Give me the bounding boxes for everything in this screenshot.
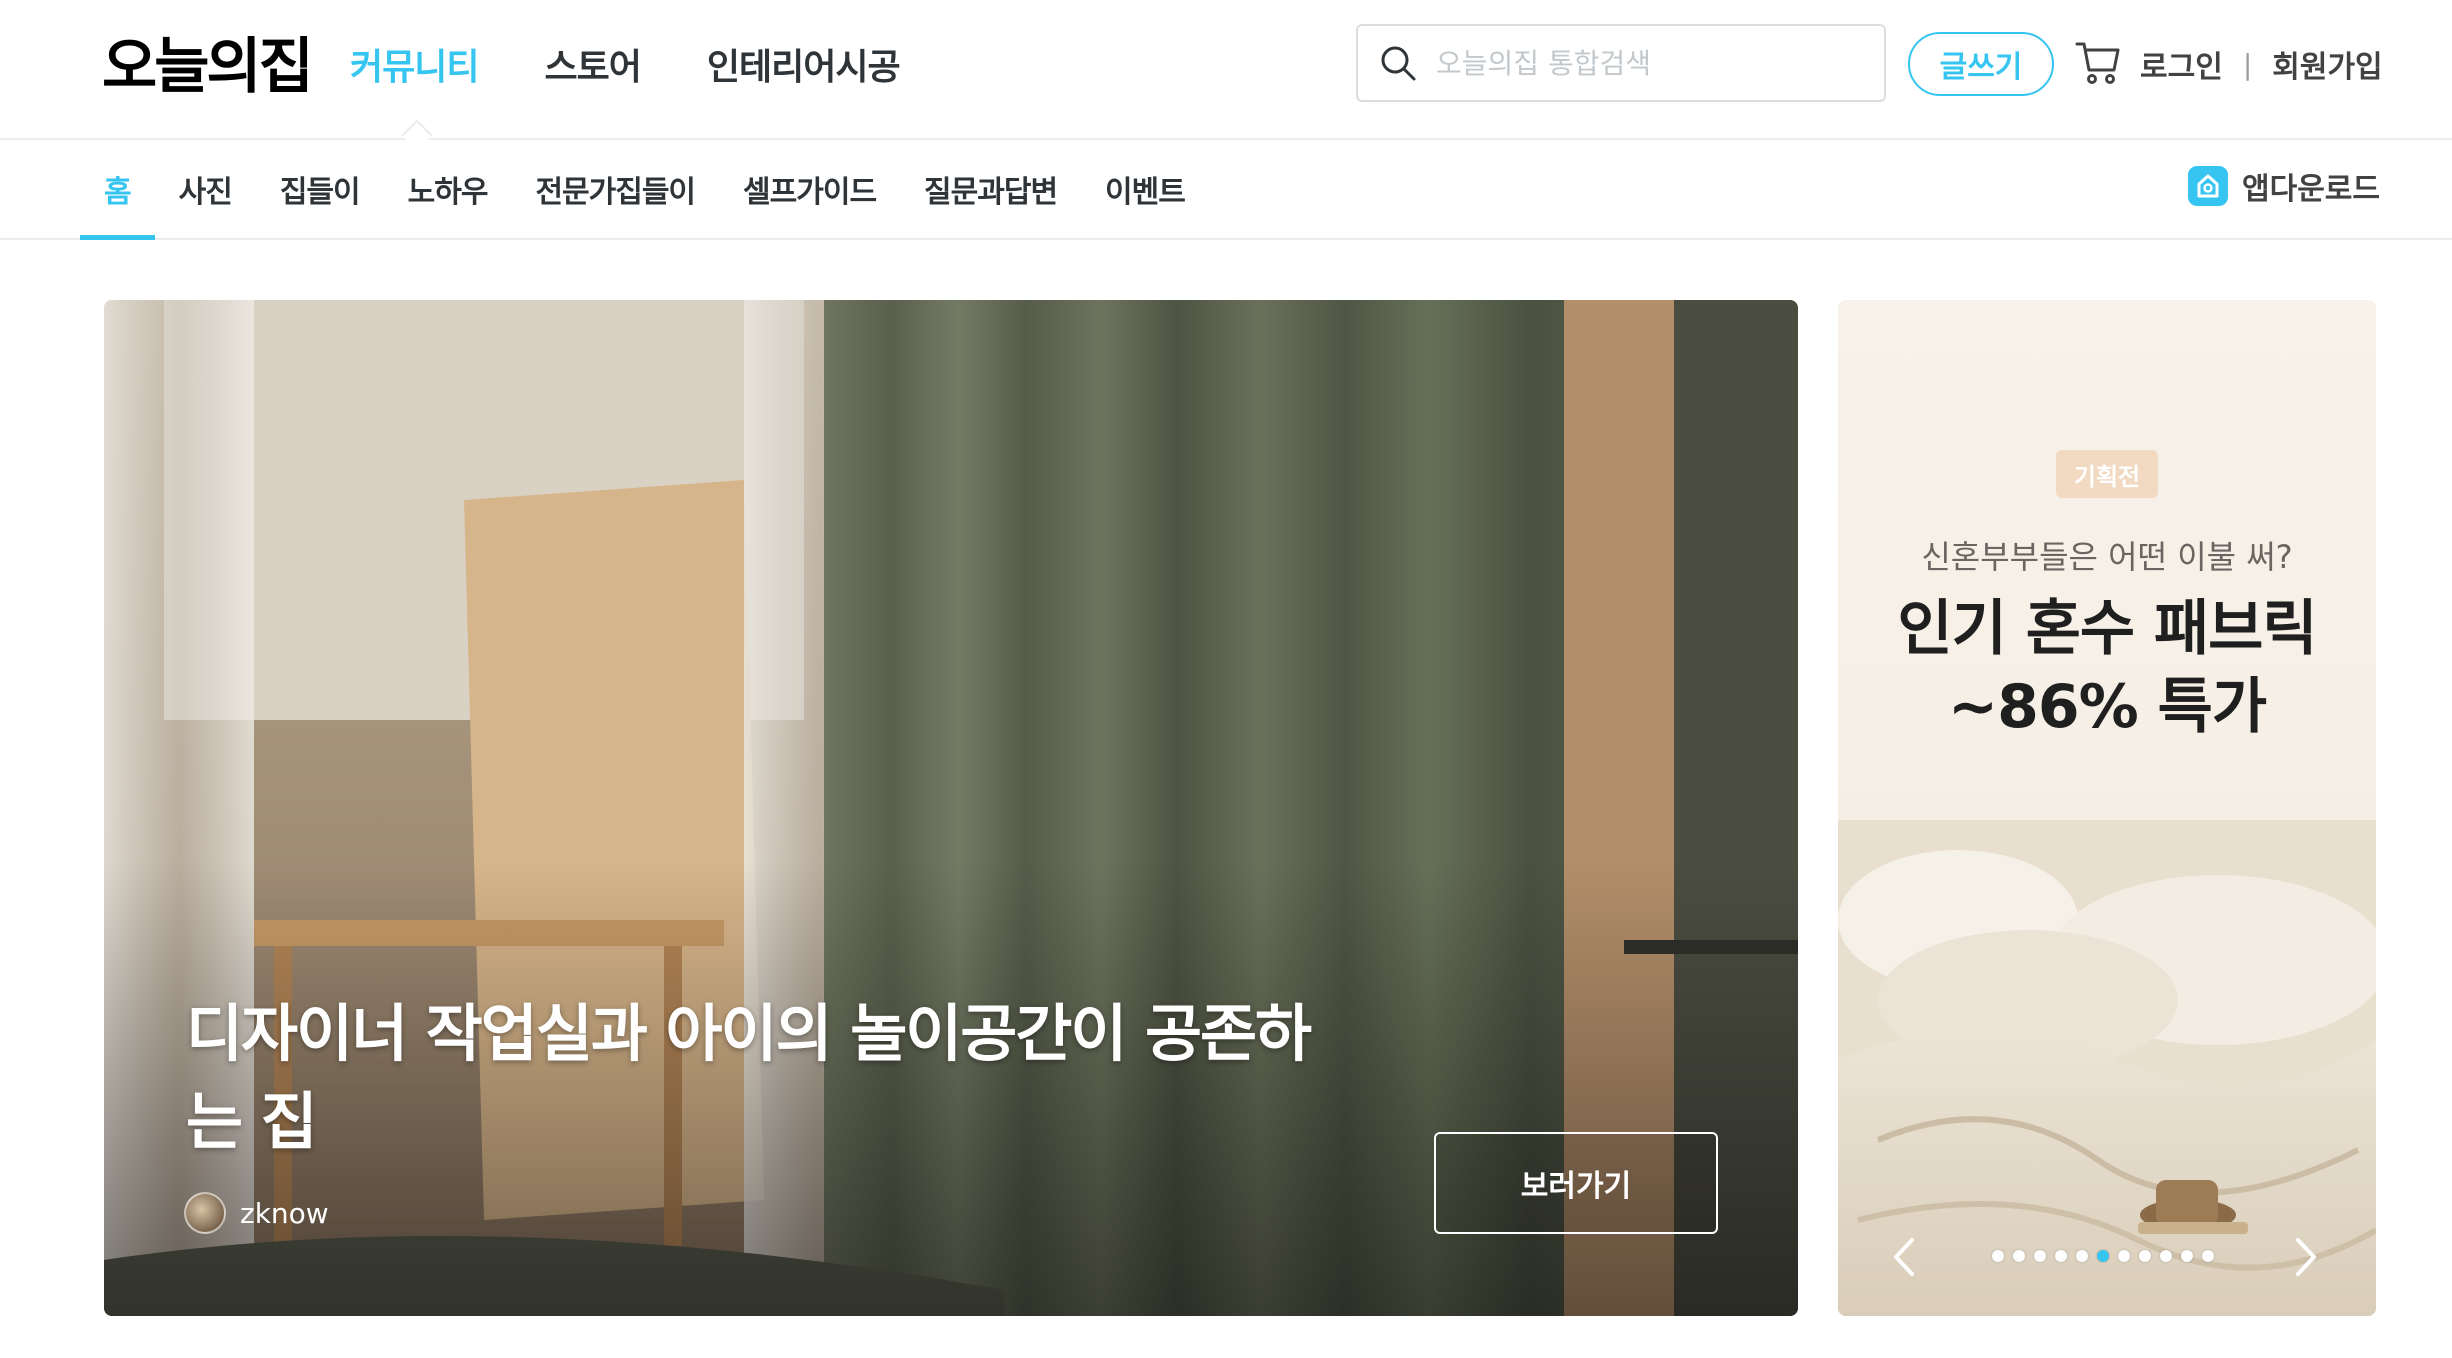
chevron-right-icon	[2296, 1238, 2316, 1276]
banner-prev-button[interactable]	[1890, 1236, 1920, 1282]
search-icon	[1381, 46, 1416, 81]
subnav-item-photos[interactable]: 사진	[155, 140, 256, 238]
banner-next-button[interactable]	[2290, 1236, 2320, 1282]
gnb-store[interactable]: 스토어	[544, 38, 641, 90]
hero-card[interactable]: 디자이너 작업실과 아이의 놀이공간이 공존하는 집 zknow 보러가기	[104, 300, 1798, 1316]
gnb-interior[interactable]: 인테리어시공	[707, 38, 901, 90]
cart-icon	[2075, 42, 2120, 84]
carousel-dot[interactable]	[2160, 1250, 2172, 1262]
banner-title: 인기 혼수 패브릭 ~86% 특가	[1838, 590, 2376, 746]
hero-author[interactable]: zknow	[184, 1192, 329, 1234]
subnav-item-knowhow[interactable]: 노하우	[384, 140, 512, 238]
sub-nav-list: 홈 사진 집들이 노하우 전문가집들이 셀프가이드 질문과답변 이벤트	[80, 140, 1209, 240]
sub-nav: 홈 사진 집들이 노하우 전문가집들이 셀프가이드 질문과답변 이벤트 앱다운로…	[0, 140, 2452, 240]
carousel-dot[interactable]	[2076, 1250, 2088, 1262]
global-nav: 커뮤니티 스토어 인테리어시공	[350, 38, 901, 90]
carousel-dot[interactable]	[2202, 1250, 2214, 1262]
auth-separator: |	[2242, 47, 2253, 81]
carousel-dot[interactable]	[2118, 1250, 2130, 1262]
banner-title-line1: 인기 혼수 패브릭	[1897, 594, 2317, 664]
subnav-item-expert-houses[interactable]: 전문가집들이	[511, 140, 719, 238]
auth-links: 로그인 | 회원가입	[2140, 42, 2383, 86]
write-button[interactable]: 글쓰기	[1908, 32, 2054, 96]
carousel-dot[interactable]	[2013, 1250, 2025, 1262]
signup-link[interactable]: 회원가입	[2272, 42, 2382, 86]
banner-subtitle: 신혼부부들은 어떤 이불 써?	[1921, 538, 2293, 576]
search-box[interactable]	[1356, 24, 1886, 102]
author-name: zknow	[240, 1196, 329, 1230]
carousel-dot[interactable]	[2055, 1250, 2067, 1262]
login-link[interactable]: 로그인	[2140, 42, 2223, 86]
banner-title-line2: ~86% 특가	[1947, 672, 2267, 742]
view-button[interactable]: 보러가기	[1434, 1132, 1718, 1234]
app-download-label: 앱다운로드	[2242, 172, 2380, 207]
carousel-dot[interactable]	[2097, 1250, 2109, 1262]
subnav-item-self-guide[interactable]: 셀프가이드	[719, 140, 900, 238]
top-header: 오늘의집 커뮤니티 스토어 인테리어시공 글쓰기 로그인 | 회원가입	[0, 0, 2452, 151]
subnav-item-home[interactable]: 홈	[80, 140, 155, 240]
banner-badge: 기획전	[2056, 450, 2158, 498]
avatar	[184, 1192, 226, 1234]
carousel-dot[interactable]	[2181, 1250, 2193, 1262]
carousel-dot[interactable]	[2034, 1250, 2046, 1262]
carousel-dots	[1992, 1250, 2214, 1262]
search-input[interactable]	[1434, 45, 1858, 81]
gnb-community[interactable]: 커뮤니티	[350, 38, 479, 90]
logo[interactable]: 오늘의집	[102, 18, 314, 105]
cart-button[interactable]	[2074, 38, 2122, 90]
subnav-item-events[interactable]: 이벤트	[1081, 140, 1209, 238]
hero-title[interactable]: 디자이너 작업실과 아이의 놀이공간이 공존하는 집	[186, 990, 1346, 1166]
chevron-left-icon	[1894, 1238, 1914, 1276]
promo-banner[interactable]: 기획전 신혼부부들은 어떤 이불 써? 인기 혼수 패브릭 ~86% 특가	[1838, 300, 2376, 1316]
carousel-dot[interactable]	[2139, 1250, 2151, 1262]
subnav-item-housewarming[interactable]: 집들이	[256, 140, 384, 238]
carousel-dot[interactable]	[1992, 1250, 2004, 1262]
subnav-item-qna[interactable]: 질문과답변	[900, 140, 1081, 238]
app-download-link[interactable]: 앱다운로드	[2188, 164, 2380, 208]
app-house-icon	[2188, 166, 2228, 206]
